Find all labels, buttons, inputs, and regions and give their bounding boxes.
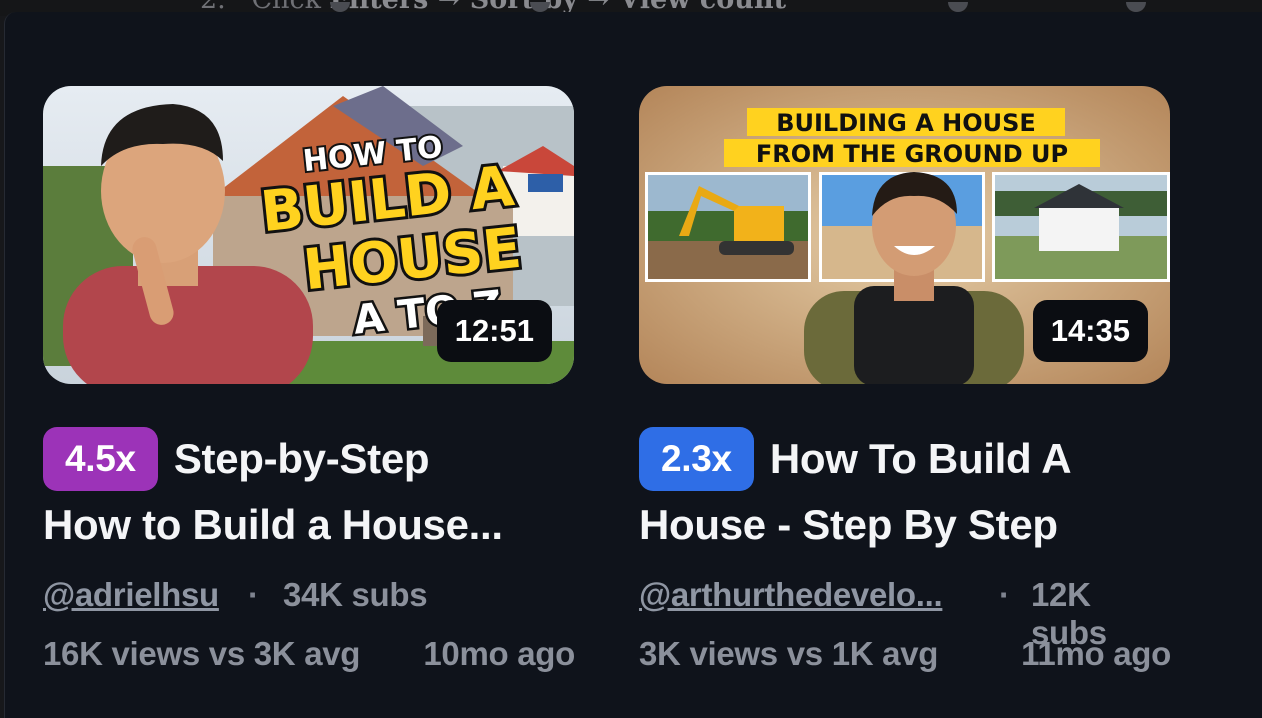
faded-dot-icon [948, 2, 968, 12]
title-line-2[interactable]: How to Build a House... [43, 492, 583, 558]
outlier-multiplier-badge: 2.3x [639, 427, 754, 491]
channel-row: @adrielhsu · 34K subs [43, 576, 575, 616]
stats-row: 3K views vs 1K avg 11mo ago [639, 635, 1171, 675]
video-card[interactable]: HOW TO BUILD A HOUSE A TO Z 12:51 4.5x St… [43, 86, 575, 675]
separator-dot: · [248, 576, 259, 613]
title-line-1[interactable]: How To Build A [770, 435, 1072, 482]
video-thumbnail[interactable]: HOW TO BUILD A HOUSE A TO Z 12:51 [43, 86, 574, 384]
duration-badge: 12:51 [436, 300, 552, 362]
upload-age: 10mo ago [423, 635, 575, 672]
channel-row: @arthurthedevelo... · 12K subs [639, 576, 1171, 651]
stats-row: 16K views vs 3K avg 10mo ago [43, 635, 575, 675]
upload-age: 11mo ago [1021, 635, 1171, 672]
faded-dot-icon [1126, 2, 1146, 12]
video-card[interactable]: BUILDING A HOUSE FROM THE GROUND UP 14:3… [639, 86, 1171, 675]
views-vs-average: 3K views vs 1K avg [639, 635, 939, 672]
channel-link[interactable]: @arthurthedevelo... [639, 576, 943, 614]
svg-text:FROM THE GROUND UP: FROM THE GROUND UP [756, 140, 1068, 168]
channel-link[interactable]: @adrielhsu [43, 576, 219, 614]
duration-badge: 14:35 [1032, 300, 1148, 362]
title-line-1[interactable]: Step-by-Step [174, 435, 430, 482]
separator-dot: · [999, 576, 1010, 613]
subscriber-count: 34K subs [283, 576, 428, 613]
svg-text:BUILDING A HOUSE: BUILDING A HOUSE [776, 109, 1036, 137]
video-thumbnail[interactable]: BUILDING A HOUSE FROM THE GROUND UP 14:3… [639, 86, 1170, 384]
views-vs-average: 16K views vs 3K avg [43, 635, 361, 672]
title-line-2[interactable]: House - Step By Step [639, 492, 1179, 558]
video-title[interactable]: 4.5x Step-by-Step How to Build a House... [43, 426, 583, 558]
outlier-multiplier-badge: 4.5x [43, 427, 158, 491]
video-title[interactable]: 2.3x How To Build A House - Step By Step [639, 426, 1179, 558]
